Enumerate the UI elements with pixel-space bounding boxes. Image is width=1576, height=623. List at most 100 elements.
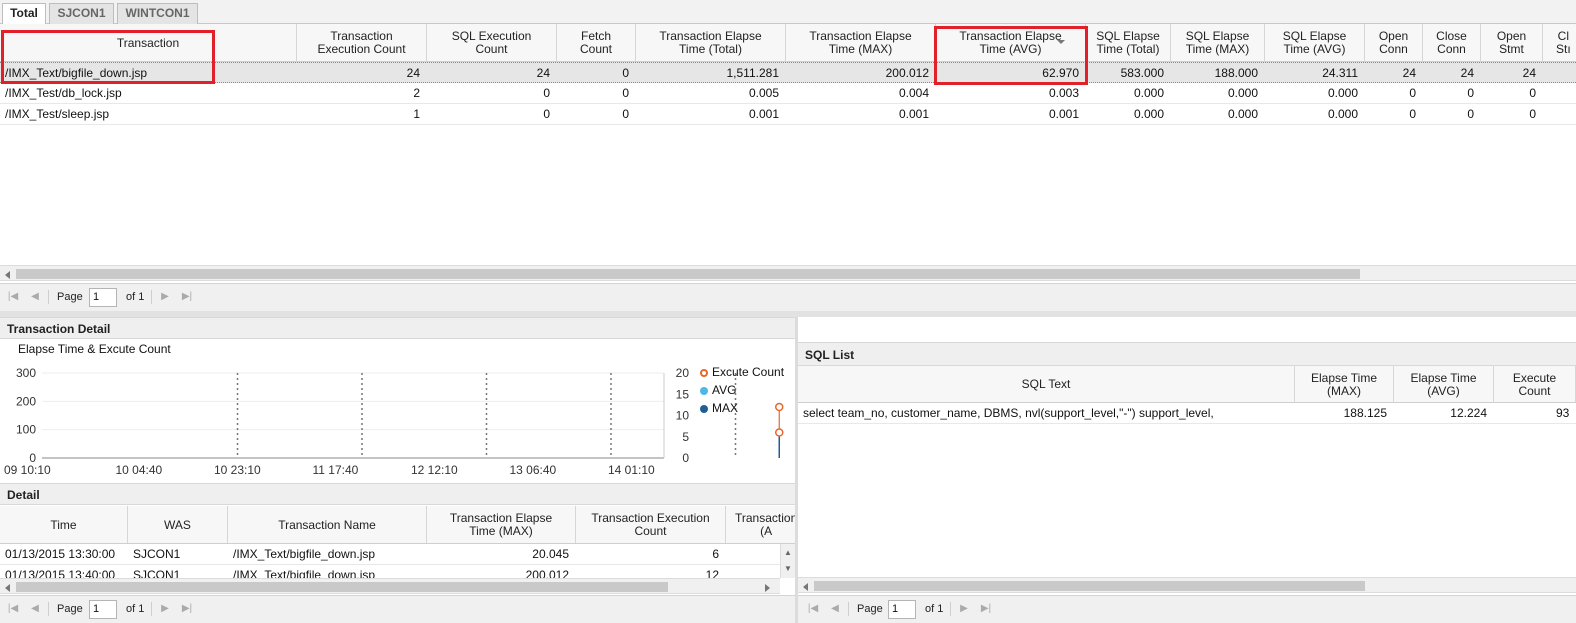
page-input[interactable]: 1	[89, 600, 117, 619]
first-page-icon[interactable]: |◀	[6, 291, 20, 303]
first-page-icon[interactable]: |◀	[806, 603, 820, 615]
pager-separator	[151, 290, 152, 304]
sql-pager: |◀ ◀ Page 1 of 1 ▶ ▶|	[798, 595, 1576, 623]
detail-pager: |◀ ◀ Page 1 of 1 ▶ ▶|	[0, 595, 795, 623]
pager-separator	[950, 602, 951, 616]
sql-horizontal-scrollbar[interactable]	[798, 577, 1576, 593]
col-close-stmt[interactable]: Cl Stı	[1543, 24, 1576, 61]
table-row[interactable]: /IMX_Text/bigfile_down.jsp 24 24 0 1,511…	[0, 62, 1576, 83]
cell-transaction: /IMX_Test/sleep.jsp	[5, 107, 110, 121]
detail-horizontal-scrollbar[interactable]	[0, 578, 780, 594]
col-sql-execute-count[interactable]: Execute Count	[1494, 366, 1576, 402]
col-sql-elapse-total[interactable]: SQL Elapse Time (Total)	[1086, 24, 1171, 61]
tab-sjcon1[interactable]: SJCON1	[49, 3, 114, 24]
cell-was: SJCON1	[133, 547, 181, 561]
next-page-icon[interactable]: ▶	[158, 291, 172, 303]
scroll-left-icon[interactable]	[803, 583, 808, 591]
cell-sql-max: 188.125	[1343, 406, 1387, 420]
col-tx-elapse-max[interactable]: Transaction Elapse Time (MAX)	[786, 24, 936, 61]
y-right-tick-label: 20	[676, 366, 690, 380]
cell-transaction-name: /IMX_Text/bigfile_down.jsp	[233, 568, 376, 578]
scroll-left-icon[interactable]	[5, 584, 10, 592]
table-row[interactable]: /IMX_Test/sleep.jsp 1 0 0 0.001 0.001 0.…	[0, 104, 1576, 125]
table-row[interactable]: select team_no, customer_name, DBMS, nvl…	[798, 403, 1576, 424]
next-page-icon[interactable]: ▶	[957, 603, 971, 615]
x-tick-label: 10 04:40	[116, 463, 163, 477]
scrollbar-thumb[interactable]	[16, 582, 668, 592]
cell-transaction-name: /IMX_Text/bigfile_down.jsp	[233, 547, 376, 561]
highlight-transaction-box	[1, 30, 215, 84]
transaction-detail-header: Transaction Detail	[0, 317, 795, 339]
last-page-icon[interactable]: ▶|	[180, 291, 194, 303]
x-tick-label: 12 12:10	[411, 463, 458, 477]
legend-item-avg[interactable]: AVG	[700, 381, 784, 399]
pager-separator	[848, 602, 849, 616]
cell-tx-elapse-total: 0.001	[748, 107, 779, 121]
col-transaction-name[interactable]: Transaction Name	[228, 506, 427, 543]
table-row[interactable]: /IMX_Test/db_lock.jsp 2 0 0 0.005 0.004 …	[0, 83, 1576, 104]
col-open-conn[interactable]: Open Conn	[1365, 24, 1423, 61]
col-fetch-count[interactable]: Fetch Count	[557, 24, 636, 61]
prev-page-icon[interactable]: ◀	[828, 603, 842, 615]
x-tick-label: 11 17:40	[313, 463, 359, 477]
cell-fetch-count: 0	[622, 107, 629, 121]
page-label: Page	[57, 291, 83, 303]
tab-total[interactable]: Total	[2, 3, 46, 25]
cell-sql-elapse-max: 188.000	[1214, 66, 1258, 80]
legend-item-max[interactable]: MAX	[700, 399, 784, 417]
col-sql-execution-count[interactable]: SQL Execution Count	[427, 24, 557, 61]
col-detail-elapse-max[interactable]: Transaction Elapse Time (MAX)	[427, 506, 576, 543]
cell-open-stmt: 0	[1529, 107, 1536, 121]
table-row[interactable]: 01/13/2015 13:30:00 SJCON1 /IMX_Text/big…	[0, 544, 780, 565]
x-tick-label: 13 06:40	[510, 463, 557, 477]
col-open-stmt[interactable]: Open Stmt	[1481, 24, 1543, 61]
col-was[interactable]: WAS	[128, 506, 228, 543]
col-tx-elapse-total[interactable]: Transaction Elapse Time (Total)	[636, 24, 786, 61]
detail-table-header: Time WAS Transaction Name Transaction El…	[0, 506, 795, 544]
table-row[interactable]: 01/13/2015 13:40:00 SJCON1 /IMX_Text/big…	[0, 565, 780, 578]
col-close-conn[interactable]: Close Conn	[1423, 24, 1481, 61]
legend-item-excute-count[interactable]: Excute Count	[700, 363, 784, 381]
page-label: Page	[57, 603, 83, 615]
scroll-up-icon[interactable]: ▲	[784, 548, 792, 557]
col-sql-elapse-avg[interactable]: SQL Elapse Time (AVG)	[1265, 24, 1365, 61]
next-page-icon[interactable]: ▶	[158, 603, 172, 615]
y-right-tick-label: 15	[676, 387, 690, 401]
page-input[interactable]: 1	[888, 600, 916, 619]
scrollbar-thumb[interactable]	[16, 269, 1360, 279]
col-time[interactable]: Time	[0, 506, 128, 543]
cell-sql-elapse-total: 583.000	[1120, 66, 1164, 80]
col-detail-elapse-avg[interactable]: Transaction (A	[726, 506, 795, 543]
scroll-left-icon[interactable]	[5, 271, 10, 279]
col-sql-text[interactable]: SQL Text	[798, 366, 1295, 402]
scroll-right-icon[interactable]	[765, 584, 770, 592]
col-detail-exec-count[interactable]: Transaction Execution Count	[576, 506, 726, 543]
page-input[interactable]: 1	[89, 288, 117, 307]
scrollbar-thumb[interactable]	[814, 581, 1365, 591]
x-tick-label: 09 10:10	[4, 463, 51, 477]
prev-page-icon[interactable]: ◀	[28, 291, 42, 303]
prev-page-icon[interactable]: ◀	[28, 603, 42, 615]
y-right-tick-label: 5	[682, 430, 689, 444]
col-sql-elapse-avg[interactable]: Elapse Time (AVG)	[1394, 366, 1494, 402]
first-page-icon[interactable]: |◀	[6, 603, 20, 615]
main-horizontal-scrollbar[interactable]	[0, 265, 1576, 281]
cell-open-stmt: 24	[1522, 66, 1536, 80]
col-transaction-execution-count[interactable]: Transaction Execution Count	[297, 24, 427, 61]
cell-tx-elapse-max: 200.012	[885, 66, 929, 80]
cell-exec-count: 12	[705, 568, 719, 578]
cell-time: 01/13/2015 13:30:00	[5, 547, 116, 561]
last-page-icon[interactable]: ▶|	[180, 603, 194, 615]
tab-wintcon1[interactable]: WINTCON1	[117, 3, 198, 24]
last-page-icon[interactable]: ▶|	[979, 603, 993, 615]
cell-elapse-max: 200.012	[525, 568, 569, 578]
cell-tx-elapse-max: 0.004	[898, 86, 929, 100]
cell-open-stmt: 0	[1529, 86, 1536, 100]
cell-sql-count: 93	[1556, 406, 1570, 420]
highlight-avg-box	[934, 26, 1088, 85]
scroll-down-icon[interactable]: ▼	[784, 564, 792, 573]
col-sql-elapse-max[interactable]: SQL Elapse Time (MAX)	[1171, 24, 1265, 61]
col-sql-elapse-max[interactable]: Elapse Time (MAX)	[1295, 366, 1394, 402]
cell-sql-avg: 12.224	[1450, 406, 1487, 420]
detail-vertical-scrollbar[interactable]: ▲ ▼	[780, 544, 795, 578]
